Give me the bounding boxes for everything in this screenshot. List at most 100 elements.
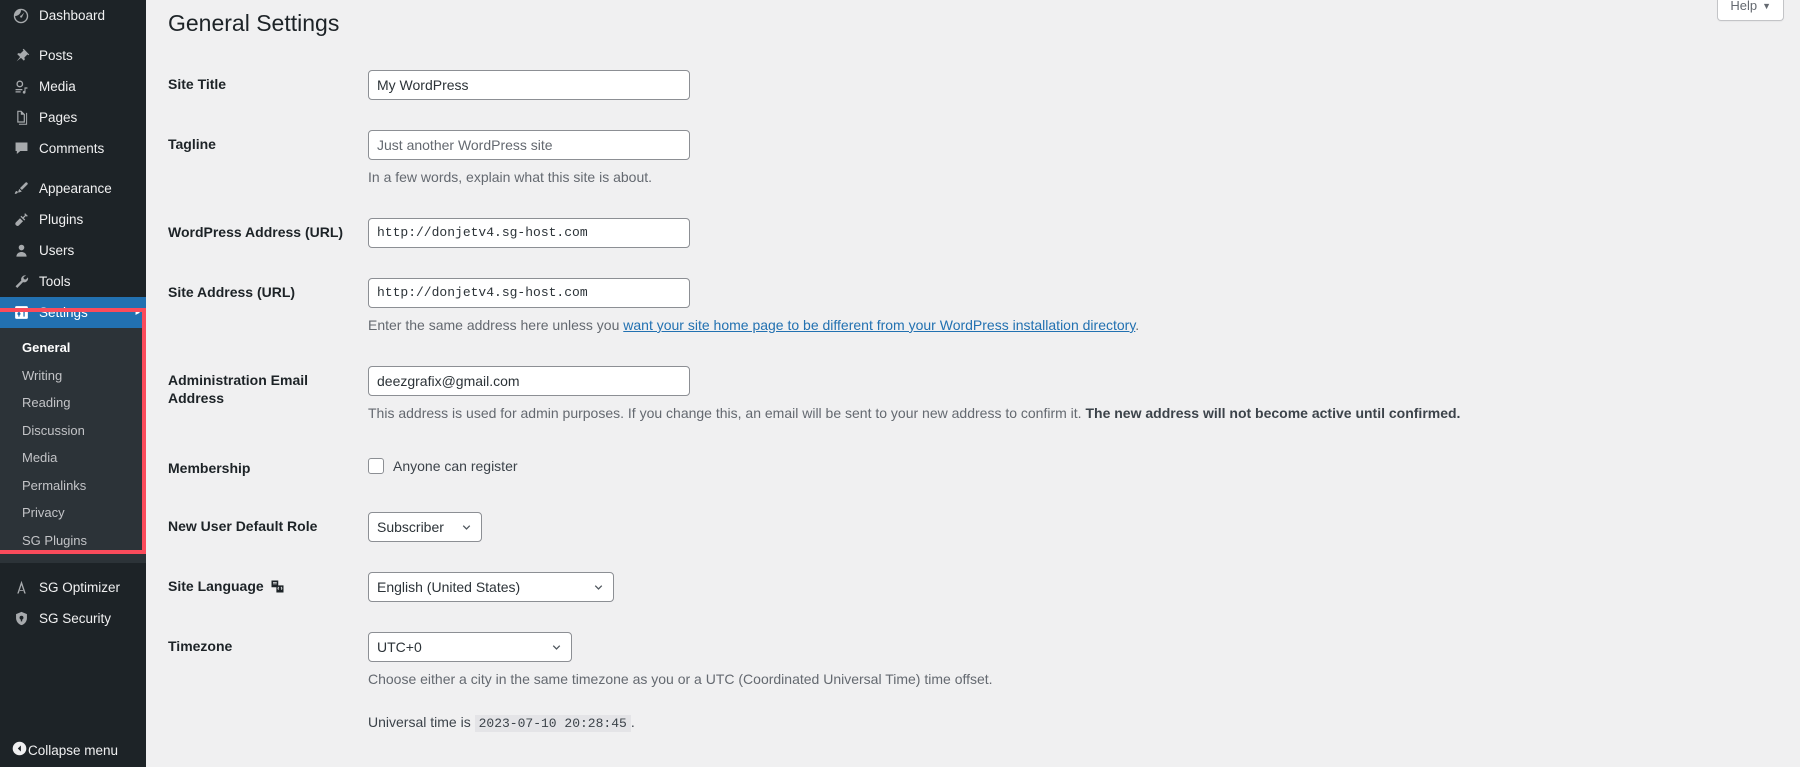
sidebar-item-label: Users <box>39 242 75 258</box>
pin-icon <box>11 46 31 66</box>
dashboard-icon <box>11 6 31 26</box>
form-row-wordpress-address: WordPress Address (URL) <box>168 203 1800 263</box>
form-row-admin-email: Administration Email Address This addres… <box>168 351 1800 439</box>
sidebar-item-label: Posts <box>39 47 73 63</box>
help-tab-wrapper: Help ▼ <box>1717 0 1784 21</box>
sidebar-item-comments[interactable]: Comments <box>0 133 146 164</box>
site-address-description-before: Enter the same address here unless you <box>368 316 624 333</box>
sidebar-divider <box>0 164 146 173</box>
form-row-tagline: Tagline In a few words, explain what thi… <box>168 115 1800 203</box>
settings-submenu: General Writing Reading Discussion Media… <box>0 328 146 564</box>
chevron-right-icon: ▸ <box>135 307 140 317</box>
sidebar-item-label: Media <box>39 78 76 94</box>
sidebar-item-sg-security[interactable]: SG Security <box>0 603 146 634</box>
site-address-description-after: . <box>1135 316 1140 333</box>
sidebar-item-label: Appearance <box>39 180 112 196</box>
sidebar-item-label: Pages <box>39 109 78 125</box>
sidebar-item-users[interactable]: Users <box>0 235 146 266</box>
universal-time-suffix: . <box>630 714 635 731</box>
brush-icon <box>11 179 31 199</box>
sidebar-item-label: Settings <box>39 304 88 320</box>
installation-directory-link[interactable]: want your site home page to be different… <box>623 317 1135 333</box>
sidebar-item-appearance[interactable]: Appearance <box>0 173 146 204</box>
submenu-item-media[interactable]: Media <box>0 444 146 472</box>
universal-time-value: 2023-07-10 20:28:45 <box>474 715 631 733</box>
admin-email-label: Administration Email Address <box>168 371 309 407</box>
site-language-label-text: Site Language <box>168 578 264 595</box>
wordpress-address-label: WordPress Address (URL) <box>168 223 344 240</box>
tagline-input[interactable] <box>368 129 690 160</box>
sidebar-item-plugins[interactable]: Plugins <box>0 204 146 235</box>
page-title: General Settings <box>168 10 340 36</box>
form-row-membership: Membership Anyone can register <box>168 439 1800 497</box>
sidebar-item-dashboard[interactable]: Dashboard <box>0 0 146 31</box>
submenu-item-permalinks[interactable]: Permalinks <box>0 472 146 500</box>
form-row-site-language: Site Language English (United States) <box>168 557 1800 617</box>
sidebar-divider <box>0 563 146 572</box>
admin-email-description-bold: The new address will not become active u… <box>1085 404 1461 421</box>
collapse-menu-label: Collapse menu <box>28 742 119 758</box>
site-language-select[interactable]: English (United States) <box>368 572 614 603</box>
submenu-item-reading[interactable]: Reading <box>0 389 146 417</box>
submenu-item-privacy[interactable]: Privacy <box>0 499 146 527</box>
settings-sliders-icon <box>11 303 31 323</box>
timezone-select[interactable]: UTC+0 <box>368 632 572 663</box>
sidebar-item-media[interactable]: Media <box>0 71 146 102</box>
sidebar-item-pages[interactable]: Pages <box>0 102 146 133</box>
main-content: Help ▼ General Settings Site Title Taglin… <box>146 0 1800 767</box>
media-icon <box>11 77 31 97</box>
membership-label: Membership <box>168 459 251 476</box>
universal-time-prefix: Universal time is <box>368 714 471 731</box>
sidebar-item-label: Tools <box>39 273 71 289</box>
default-role-select-wrapper: Subscriber <box>368 512 482 543</box>
submenu-item-writing[interactable]: Writing <box>0 362 146 390</box>
submenu-item-discussion[interactable]: Discussion <box>0 417 146 445</box>
translation-icon <box>270 579 285 594</box>
form-row-timezone: Timezone UTC+0 Choose either a city in t… <box>168 617 1800 763</box>
admin-email-input[interactable] <box>368 365 690 396</box>
sg-security-icon <box>11 609 31 629</box>
default-role-select[interactable]: Subscriber <box>368 512 482 543</box>
timezone-select-wrapper: UTC+0 <box>368 632 572 663</box>
submenu-item-general[interactable]: General <box>0 334 146 362</box>
universal-time-row: Universal time is 2023-07-10 20:28:45. <box>368 712 1790 734</box>
timezone-label: Timezone <box>168 638 233 655</box>
site-title-input[interactable] <box>368 69 690 100</box>
site-address-input[interactable] <box>368 277 690 308</box>
anyone-can-register-label[interactable]: Anyone can register <box>393 456 518 477</box>
comments-icon <box>11 139 31 159</box>
pages-icon <box>11 108 31 128</box>
sidebar-item-tools[interactable]: Tools <box>0 266 146 297</box>
sidebar-item-sg-optimizer[interactable]: SG Optimizer <box>0 572 146 603</box>
admin-sidebar: Dashboard Posts Media Pages Comments App… <box>0 0 146 767</box>
timezone-description: Choose either a city in the same timezon… <box>368 671 993 688</box>
tagline-description: In a few words, explain what this site i… <box>368 168 653 185</box>
site-language-select-wrapper: English (United States) <box>368 572 614 603</box>
help-button[interactable]: Help ▼ <box>1717 0 1784 21</box>
form-row-site-title: Site Title <box>168 55 1800 115</box>
wordpress-address-input[interactable] <box>368 217 690 248</box>
user-icon <box>11 241 31 261</box>
wrench-icon <box>11 272 31 292</box>
plug-icon <box>11 210 31 230</box>
anyone-can-register-checkbox[interactable] <box>368 458 384 475</box>
collapse-menu-button[interactable]: Collapse menu <box>0 733 146 767</box>
tagline-label: Tagline <box>168 135 216 152</box>
chevron-down-icon: ▼ <box>1762 1 1771 11</box>
sg-optimizer-icon <box>11 578 31 598</box>
site-language-label: Site Language <box>168 557 368 617</box>
chevron-left-circle-icon <box>11 740 28 760</box>
sidebar-item-label: SG Optimizer <box>39 580 121 596</box>
form-row-default-role: New User Default Role Subscriber <box>168 497 1800 557</box>
sidebar-divider <box>0 31 146 40</box>
submenu-item-sg-plugins[interactable]: SG Plugins <box>0 527 146 555</box>
sidebar-item-posts[interactable]: Posts <box>0 40 146 71</box>
sidebar-item-settings[interactable]: Settings ▸ <box>0 297 146 328</box>
default-role-label: New User Default Role <box>168 518 318 535</box>
membership-checkbox-row: Anyone can register <box>368 454 1790 477</box>
wordpress-admin-screen: Dashboard Posts Media Pages Comments App… <box>0 0 1800 767</box>
sidebar-item-label: Dashboard <box>39 7 106 23</box>
site-address-description: Enter the same address here unless you w… <box>368 315 1790 336</box>
sidebar-item-label: Plugins <box>39 211 84 227</box>
form-row-site-address: Site Address (URL) Enter the same addres… <box>168 263 1800 351</box>
